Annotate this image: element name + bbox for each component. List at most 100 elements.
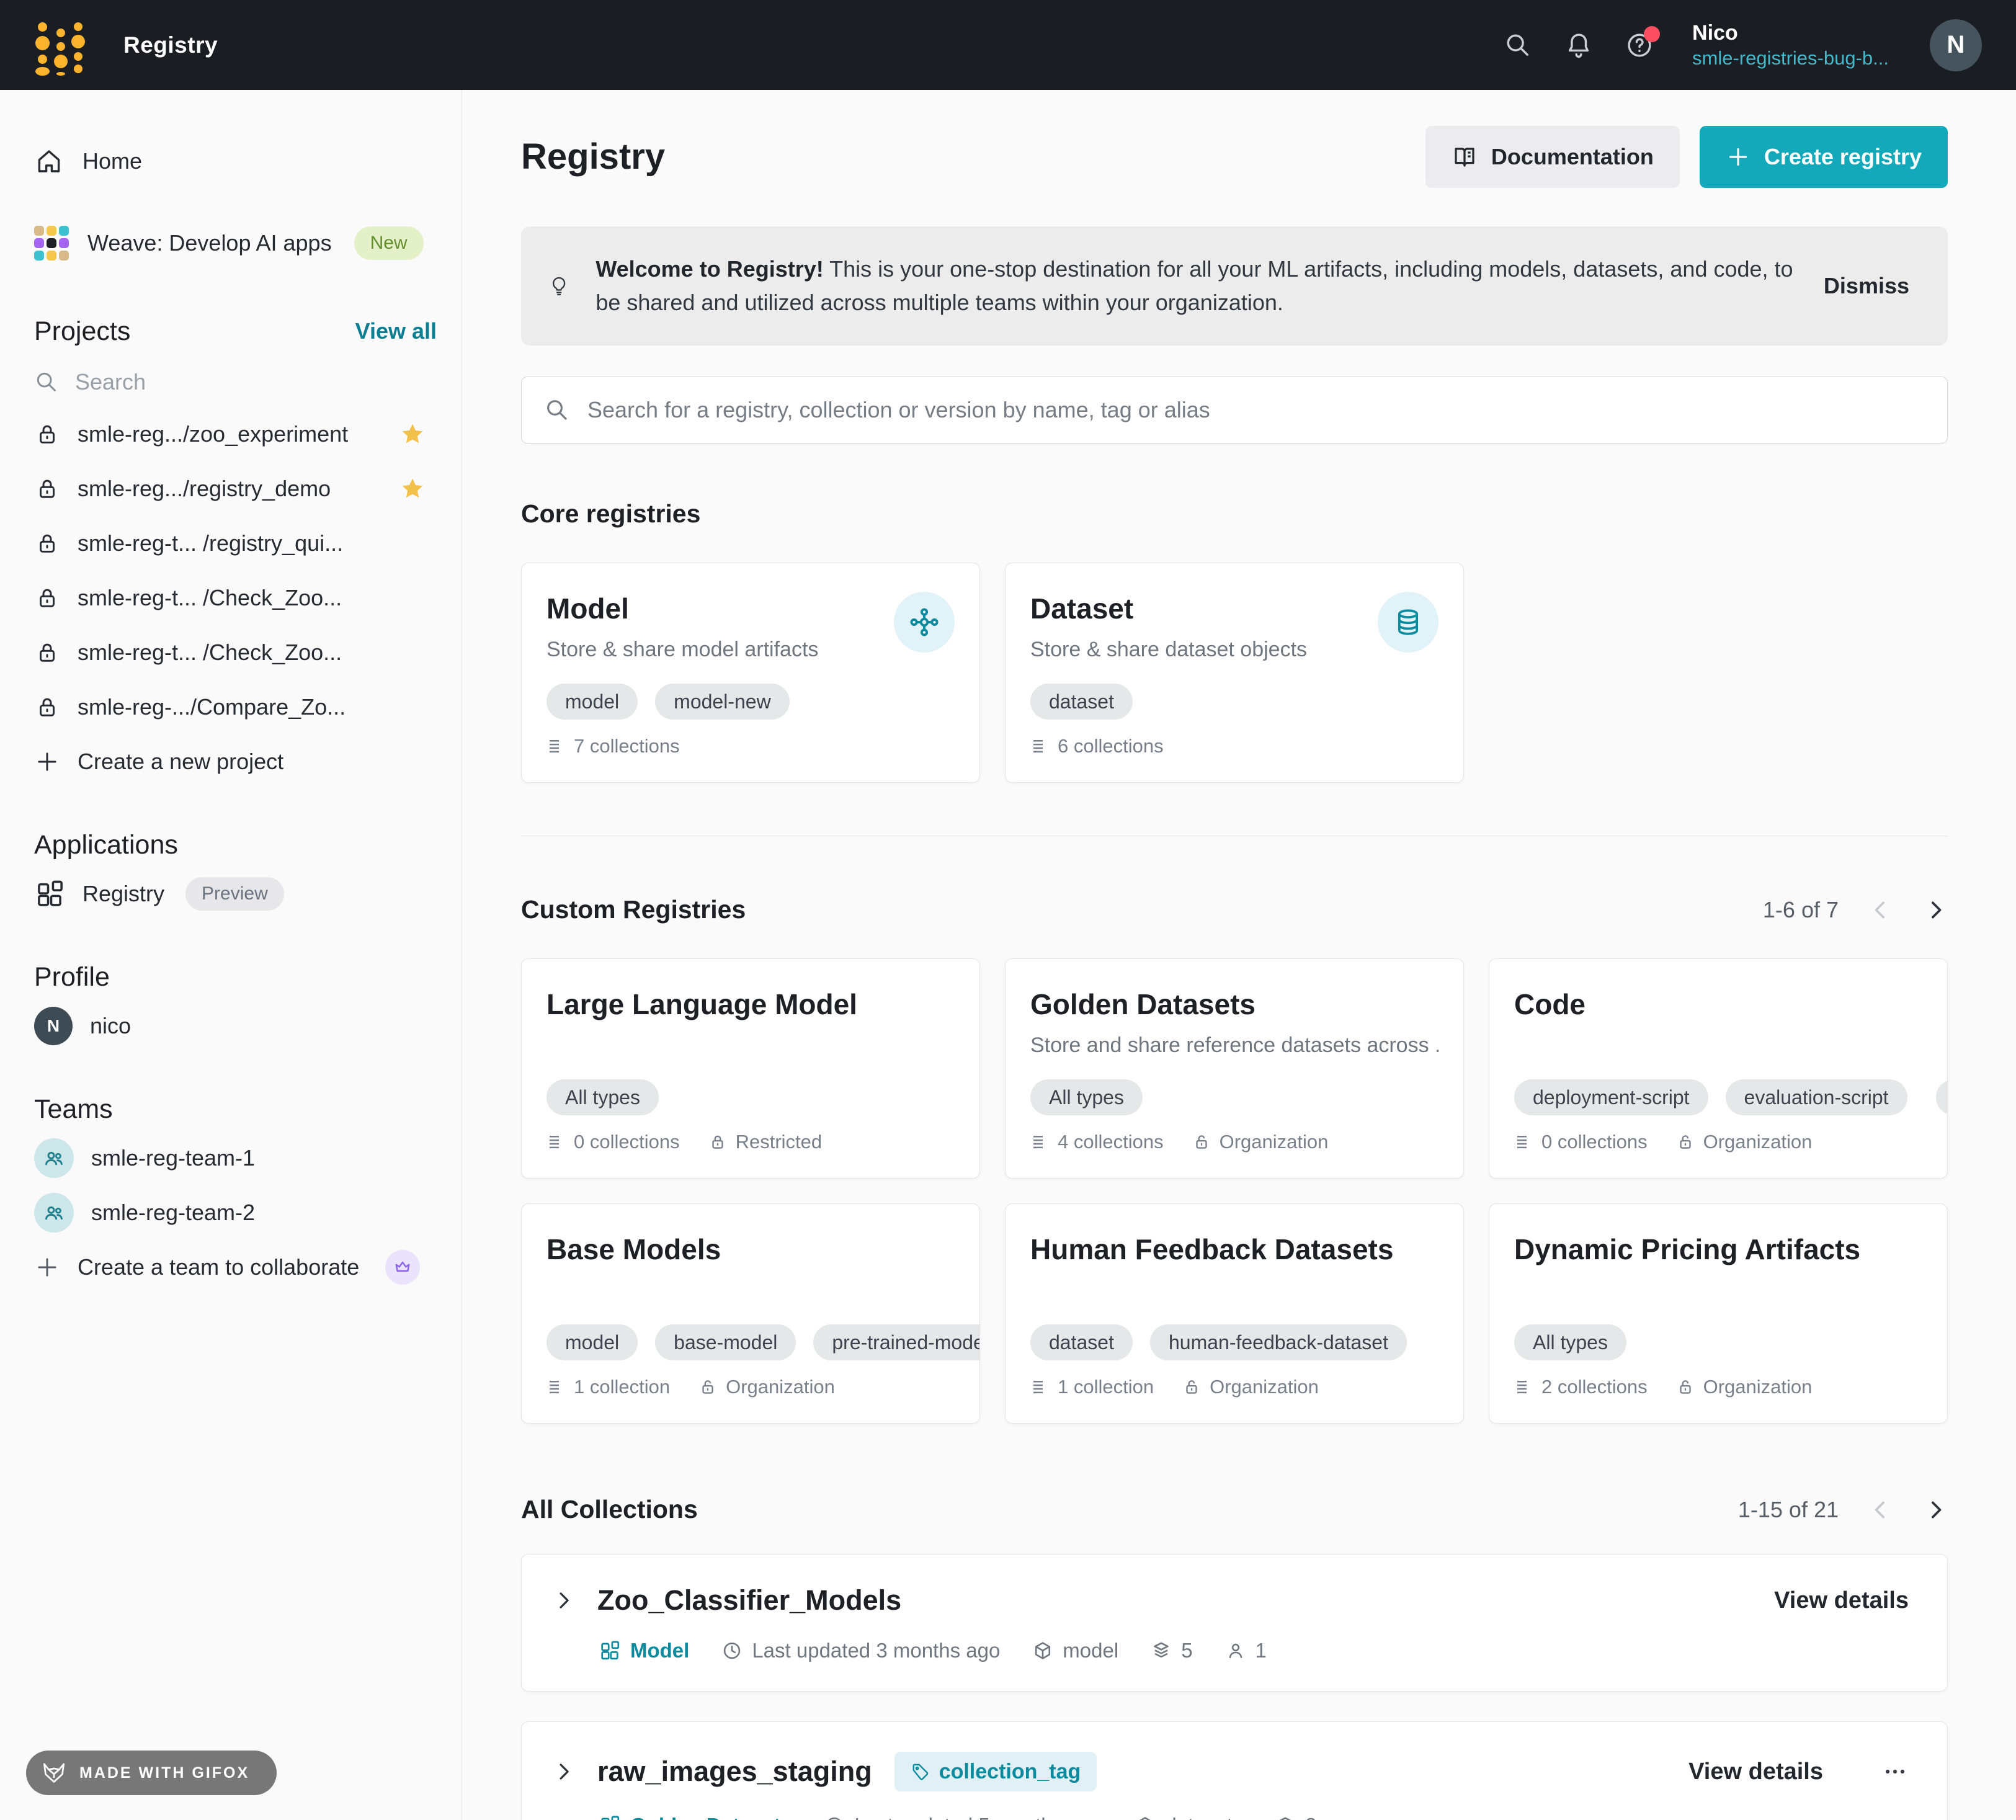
custom-registry-card[interactable]: Code deployment-script evaluation-script… xyxy=(1489,958,1948,1179)
book-icon xyxy=(1452,144,1478,170)
collection-name: raw_images_staging xyxy=(597,1755,872,1788)
lock-icon xyxy=(34,585,60,611)
create-team-button[interactable]: Create a team to collaborate xyxy=(34,1240,437,1295)
collections-count: 6 collections xyxy=(1030,735,1164,757)
sidebar-item-team[interactable]: smle-reg-team-2 xyxy=(34,1185,437,1240)
star-icon[interactable] xyxy=(399,421,426,447)
account-menu[interactable]: Nico smle-registries-bug-b... xyxy=(1692,20,1889,71)
sidebar-item-team[interactable]: smle-reg-team-1 xyxy=(34,1131,437,1185)
expand-chevron-icon[interactable] xyxy=(551,1760,575,1783)
tag: pre-trained-model xyxy=(813,1324,980,1360)
page-title: Registry xyxy=(521,136,665,177)
tag-overflow xyxy=(1936,1079,1948,1115)
list-icon xyxy=(546,1378,565,1396)
visibility: Organization xyxy=(1676,1131,1813,1153)
custom-registry-card[interactable]: Human Feedback Datasets dataset human-fe… xyxy=(1005,1203,1464,1424)
tag: model xyxy=(546,1324,638,1360)
unlock-icon xyxy=(1192,1133,1211,1151)
sidebar-project[interactable]: smle-reg-t... /Check_Zoo... xyxy=(34,571,437,625)
sidebar-item-profile[interactable]: N nico xyxy=(34,999,437,1053)
unlock-icon xyxy=(1676,1133,1695,1151)
registry-app-label: Registry xyxy=(83,881,164,907)
sidebar-search[interactable] xyxy=(34,357,437,407)
registry-link[interactable]: Model xyxy=(599,1639,689,1662)
more-menu-icon[interactable] xyxy=(1881,1758,1909,1785)
visibility: Organization xyxy=(1192,1131,1329,1153)
sidebar-project[interactable]: smle-reg.../registry_demo xyxy=(34,462,437,516)
plus-icon xyxy=(34,1254,60,1280)
project-name: smle-reg-t... /Check_Zoo... xyxy=(78,585,342,611)
unlock-icon xyxy=(1676,1378,1695,1396)
card-title: Human Feedback Datasets xyxy=(1030,1233,1438,1266)
visibility: Organization xyxy=(1182,1376,1319,1398)
tag: dataset xyxy=(1030,1324,1133,1360)
lock-icon xyxy=(708,1133,727,1151)
team-name: smle-reg-team-2 xyxy=(91,1200,255,1226)
view-details-link[interactable]: View details xyxy=(1688,1759,1823,1785)
wandb-logo[interactable] xyxy=(34,15,86,76)
sidebar-project[interactable]: smle-reg-t... /registry_qui... xyxy=(34,516,437,571)
welcome-text: Welcome to Registry! This is your one-st… xyxy=(595,252,1798,319)
weave-icon xyxy=(34,226,69,261)
search-icon xyxy=(544,397,570,423)
registry-search[interactable] xyxy=(521,377,1948,444)
star-icon[interactable] xyxy=(399,476,426,502)
app-title: Registry xyxy=(123,32,218,58)
custom-registry-card[interactable]: Base Models model base-model pre-trained… xyxy=(521,1203,980,1424)
collections-count: 2 collections xyxy=(1514,1376,1648,1398)
create-registry-button[interactable]: Create registry xyxy=(1700,126,1948,188)
list-icon xyxy=(1030,737,1049,756)
list-icon xyxy=(1514,1378,1533,1396)
plus-icon xyxy=(34,749,60,775)
clock-icon xyxy=(824,1815,845,1820)
help-icon[interactable] xyxy=(1625,31,1654,60)
applications-header: Applications xyxy=(34,830,178,860)
card-title: Large Language Model xyxy=(546,988,955,1021)
list-icon xyxy=(546,1133,565,1151)
profile-avatar: N xyxy=(34,1007,73,1045)
collection-tag-pill[interactable]: collection_tag xyxy=(894,1752,1097,1791)
dismiss-button[interactable]: Dismiss xyxy=(1824,273,1909,299)
sidebar-project[interactable]: smle-reg-t... /Check_Zoo... xyxy=(34,625,437,680)
chevron-left-icon[interactable] xyxy=(1868,1497,1893,1522)
create-project-button[interactable]: Create a new project xyxy=(34,734,437,789)
notification-dot xyxy=(1644,26,1660,42)
version-count: 3 xyxy=(1275,1814,1316,1820)
sidebar-item-registry-app[interactable]: Registry Preview xyxy=(34,867,437,921)
unlock-icon xyxy=(698,1378,717,1396)
documentation-button[interactable]: Documentation xyxy=(1425,126,1680,188)
unlock-icon xyxy=(1182,1378,1201,1396)
sidebar-item-home[interactable]: Home xyxy=(34,133,437,189)
user-name: Nico xyxy=(1692,20,1889,46)
registry-card-dataset[interactable]: Dataset Store & share dataset objects da… xyxy=(1005,563,1464,783)
registry-link[interactable]: Golden Datasets xyxy=(599,1814,792,1820)
sidebar-search-input[interactable] xyxy=(75,369,373,395)
tag: All types xyxy=(1514,1324,1626,1360)
sidebar-item-weave[interactable]: Weave: Develop AI apps New xyxy=(34,215,437,271)
teams-header: Teams xyxy=(34,1094,113,1125)
sidebar-project[interactable]: smle-reg.../zoo_experiment xyxy=(34,407,437,462)
expand-chevron-icon[interactable] xyxy=(551,1589,575,1612)
lock-icon xyxy=(34,530,60,556)
custom-registry-card[interactable]: Large Language Model All types 0 collect… xyxy=(521,958,980,1179)
collection-name: Zoo_Classifier_Models xyxy=(597,1584,901,1617)
artifact-type: model xyxy=(1032,1639,1118,1662)
lock-icon xyxy=(34,640,60,666)
artifact-type: datasets xyxy=(1135,1814,1242,1820)
custom-registry-card[interactable]: Dynamic Pricing Artifacts All types 2 co… xyxy=(1489,1203,1948,1424)
registry-card-model[interactable]: Model Store & share model artifacts mode… xyxy=(521,563,980,783)
custom-registry-card[interactable]: Golden Datasets Store and share referenc… xyxy=(1005,958,1464,1179)
chevron-left-icon[interactable] xyxy=(1868,898,1893,922)
plus-icon xyxy=(1726,145,1751,169)
user-org: smle-registries-bug-b... xyxy=(1692,46,1889,71)
sidebar-project[interactable]: smle-reg-.../Compare_Zo... xyxy=(34,680,437,734)
tag: base-model xyxy=(655,1324,796,1360)
avatar[interactable]: N xyxy=(1930,19,1982,71)
chevron-right-icon[interactable] xyxy=(1923,898,1948,922)
view-all-link[interactable]: View all xyxy=(355,318,437,344)
view-details-link[interactable]: View details xyxy=(1774,1587,1909,1614)
search-icon[interactable] xyxy=(1504,31,1532,60)
bell-icon[interactable] xyxy=(1564,31,1593,60)
chevron-right-icon[interactable] xyxy=(1923,1497,1948,1522)
registry-search-input[interactable] xyxy=(587,397,1925,423)
